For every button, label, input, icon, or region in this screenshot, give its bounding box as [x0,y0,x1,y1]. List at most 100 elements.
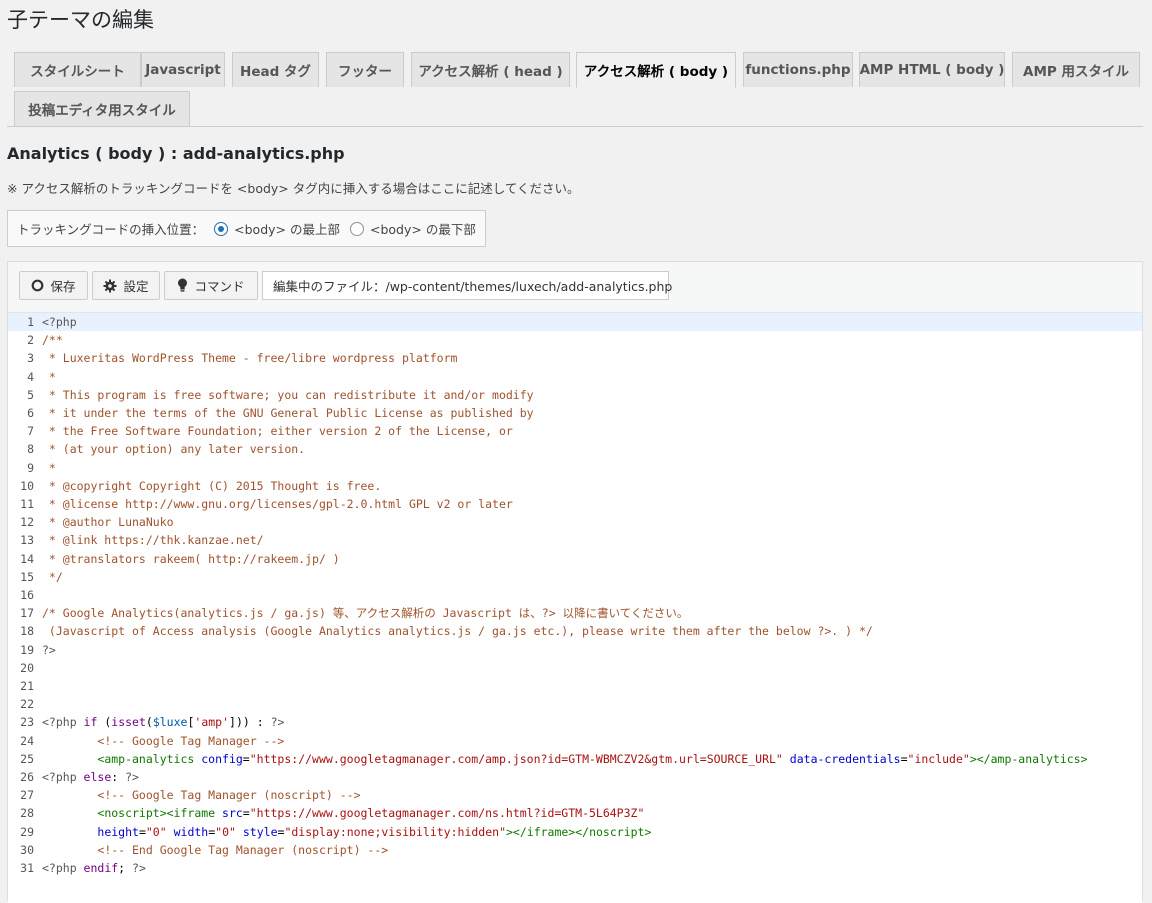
line-content: (Javascript of Access analysis (Google A… [42,622,873,640]
code-line[interactable]: 25 <amp-analytics config="https://www.go… [8,750,1142,768]
line-number: 10 [20,478,34,493]
code-token: * @translators rakeem( http://rakeem.jp/… [42,551,340,566]
code-line[interactable]: 18 (Javascript of Access analysis (Googl… [8,622,1142,640]
radio-body-bottom-label[interactable]: <body> の最下部 [370,219,476,238]
tab-functions-php[interactable]: functions.php [743,52,853,87]
code-line[interactable]: 29 height="0" width="0" style="display:n… [8,823,1142,841]
code-line[interactable]: 26 <?php else: ?> [8,768,1142,786]
tab-analytics-head[interactable]: アクセス解析 ( head ) [411,52,570,87]
line-number: 12 [20,515,34,530]
code-token: $luxe [152,715,188,730]
code-line[interactable]: 22 [8,695,1142,713]
code-token: ; [118,861,133,875]
gear-icon [103,279,117,293]
code-line[interactable]: 2 /** [8,331,1142,349]
save-button[interactable]: 保存 [19,271,88,300]
line-content: <?php else: ?> [42,768,139,786]
line-number: 20 [20,660,34,675]
tab-editor-style[interactable]: 投稿エディタ用スタイル [14,91,190,126]
code-line[interactable]: 20 [8,659,1142,677]
radio-body-top-label[interactable]: <body> の最上部 [234,219,340,238]
code-line[interactable]: 9 * [8,459,1142,477]
tab-javascript[interactable]: Javascript [141,52,225,87]
code-token: height [97,824,139,839]
code-editor-panel: 保存 設定 コマンド 編集中のファイル：/wp-content/themes/l… [7,261,1143,903]
code-line[interactable]: 11 * @license http://www.gnu.org/license… [8,495,1142,513]
line-number: 16 [20,588,34,602]
tab-footer[interactable]: フッター [326,52,404,87]
code-line[interactable]: 4 * [8,368,1142,386]
code-token: : [111,770,126,784]
code-token: (Javascript of Access analysis (Google A… [42,624,873,639]
code-token: ></amp-analytics> [969,751,1088,766]
code-token: = [242,806,250,821]
code-token: else [83,770,112,784]
code-line[interactable]: 6 * it under the terms of the GNU Genera… [8,404,1142,422]
radio-body-top[interactable] [214,221,229,236]
line-content: * the Free Software Foundation; either v… [42,422,513,440]
code-line[interactable]: 28 <noscript><iframe src="https://www.go… [8,804,1142,822]
code-token: "0" [145,824,167,839]
line-number: 24 [20,733,34,748]
line-content: * @copyright Copyright (C) 2015 Thought … [42,477,381,495]
insert-position-box: トラッキングコードの挿入位置： <body> の最上部 <body> の最下部 [7,210,486,247]
tab-amp-style[interactable]: AMP 用スタイル [1012,52,1140,87]
line-number: 30 [20,842,34,857]
code-line[interactable]: 15 */ [8,568,1142,586]
code-line[interactable]: 10 * @copyright Copyright (C) 2015 Thoug… [8,477,1142,495]
line-content: /* Google Analytics(analytics.js / ga.js… [42,604,688,622]
code-token: <?php [42,315,77,329]
line-number: 18 [20,624,34,639]
code-line[interactable]: 5 * This program is free software; you c… [8,386,1142,404]
code-token: isset [111,715,146,730]
code-token: <?php [42,715,84,730]
code-line[interactable]: 12 * @author LunaNuko [8,513,1142,531]
code-line[interactable]: 17 /* Google Analytics(analytics.js / ga.… [8,604,1142,622]
code-line[interactable]: 27 <!-- Google Tag Manager (noscript) --… [8,786,1142,804]
command-button[interactable]: コマンド [164,271,258,300]
line-content: <!-- Google Tag Manager (noscript) --> [42,786,360,804]
code-token: ?> [270,715,285,730]
code-line[interactable]: 21 [8,677,1142,695]
code-token: data-credentials [789,751,901,766]
code-line[interactable]: 19 ?> [8,641,1142,659]
line-content: <?php endif; ?> [42,859,146,877]
radio-body-bottom[interactable] [349,221,364,236]
line-content: <!-- Google Tag Manager --> [42,732,284,750]
settings-button[interactable]: 設定 [92,271,160,300]
code-token: ( [145,715,153,730]
code-line[interactable]: 16 [8,586,1142,604]
line-content: * (at your option) any later version. [42,440,305,458]
code-token: <noscript><iframe [97,806,223,821]
code-line[interactable]: 23 <?php if (isset($luxe['amp'])) : ?> [8,713,1142,731]
code-line[interactable]: 13 * @link https://thk.kanzae.net/ [8,531,1142,549]
code-line[interactable]: 8 * (at your option) any later version. [8,440,1142,458]
tab-stylesheet[interactable]: スタイルシート [14,52,141,87]
code-token: * @author LunaNuko [42,515,174,530]
code-line[interactable]: 30 <!-- End Google Tag Manager (noscript… [8,841,1142,859]
code-line[interactable]: 24 <!-- Google Tag Manager --> [8,732,1142,750]
code-line[interactable]: 31 <?php endif; ?> [8,859,1142,877]
code-line[interactable]: 3 * Luxeritas WordPress Theme - free/lib… [8,349,1142,367]
code-token: style [242,824,278,839]
line-content: * [42,368,56,386]
tab-head-tag[interactable]: Head タグ [232,52,319,87]
code-token: 'amp' [194,715,230,730]
line-number: 13 [20,533,34,548]
tab-amp-html-body[interactable]: AMP HTML ( body ) [859,52,1005,87]
section-title: Analytics ( body ) : add-analytics.php [7,144,345,163]
code-area[interactable]: 1 <?php 2/** 3 * Luxeritas WordPress Theme … [8,312,1142,903]
code-line[interactable]: 1 <?php [8,313,1142,331]
line-content: * @link https://thk.kanzae.net/ [42,531,264,549]
code-token: <!-- End Google Tag Manager (noscript) -… [97,842,389,857]
line-number: 4 [27,369,34,384]
code-token: <?php [42,770,84,784]
line-number: 6 [27,406,34,420]
code-line[interactable]: 14 * @translators rakeem( http://rakeem.… [8,550,1142,568]
code-line[interactable]: 7 * the Free Software Foundation; either… [8,422,1142,440]
line-number: 3 [27,351,34,366]
tab-analytics-body[interactable]: アクセス解析 ( body ) [576,52,736,88]
